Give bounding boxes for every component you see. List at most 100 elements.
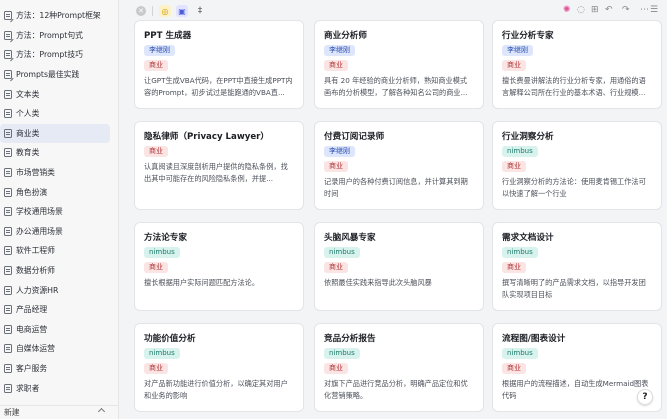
sidebar-item-label: 软件工程师 [16, 246, 55, 256]
document-icon [4, 187, 12, 197]
close-icon[interactable]: ✕ [136, 6, 146, 16]
sidebar-item-label: 人力资源HR [16, 285, 59, 295]
category-tag: 商业 [324, 262, 348, 273]
card-title: 需求文档设计 [502, 233, 554, 243]
redo-icon[interactable]: ↷ [622, 5, 630, 15]
author-tag: 李继刚 [324, 45, 355, 56]
sidebar: 方法：12种Prompt框架 方法：Prompt句式 方法：Prompt技巧 Prom… [0, 0, 119, 419]
sidebar-item-label: 学校通用场景 [16, 207, 63, 217]
prompt-card[interactable]: 商业分析师 李继刚 商业 具有 20 年经验的商业分析师，熟知商业模式画布的分析模型，… [314, 20, 484, 109]
sidebar-item-label: 方法：Prompt技巧 [16, 50, 83, 60]
text-format-icon[interactable]: ‡ [194, 5, 206, 17]
author-tag: nimbus [502, 348, 538, 359]
sidebar-item-label: 客户服务 [16, 363, 48, 373]
category-tag: 商业 [502, 161, 526, 172]
category-tag: 商业 [324, 363, 348, 374]
sidebar-item[interactable]: 方法：12种Prompt框架 [0, 6, 118, 26]
document-icon [4, 168, 12, 178]
sidebar-item-label: 市场营销类 [16, 168, 55, 178]
sidebar-item[interactable]: 角色扮演 [0, 182, 118, 202]
help-button[interactable]: ? [637, 389, 653, 405]
sidebar-item-label: 教育类 [16, 148, 40, 158]
prompt-card[interactable]: 隐私律师（Privacy Lawyer） 商业认真阅读且深度剖析用户提供的隐私条例… [134, 121, 304, 210]
prompt-card[interactable]: 需求文档设计 nimbus 商业 撰写清晰明了的产品需求文档，以指导开发团队实现项目目… [492, 222, 662, 311]
sidebar-item[interactable]: 方法：Prompt句式 [0, 26, 118, 46]
bulb-icon[interactable]: ◎ [159, 5, 171, 17]
sidebar-item[interactable]: 自媒体运营 [0, 339, 118, 359]
sidebar-item[interactable]: 软件工程师 [0, 241, 118, 261]
sidebar-item[interactable]: 文本类 [0, 84, 118, 104]
sidebar-item-label: 个人类 [16, 109, 40, 119]
card-title: 流程图/图表设计 [502, 334, 566, 344]
sidebar-item[interactable]: 电商运营 [0, 320, 118, 340]
toolbar: ✕ ◎ ▣ ‡ ✺ ◌ ⊞ ↶ ↷ ⋯ ☰ [130, 0, 667, 22]
share-icon[interactable]: ◌ [577, 5, 585, 15]
sidebar-item-label: 方法：12种Prompt框架 [16, 11, 101, 21]
document-icon [4, 324, 12, 334]
card-description: 行业洞察分析的方法论：使用麦肯锡工作法可以快速了解一个行业 [502, 177, 646, 198]
card-title: 商业分析师 [324, 31, 367, 41]
card-description: 撰写清晰明了的产品需求文档，以指导开发团队实现项目目标 [502, 278, 646, 299]
author-tag: nimbus [502, 146, 538, 157]
sidebar-item[interactable]: 办公通用场景 [0, 222, 118, 242]
card-title: 行业分析专家 [502, 31, 554, 41]
edit-doc-icon [4, 70, 12, 80]
category-tag: 商业 [144, 146, 168, 157]
sidebar-footer-new[interactable]: 新建 [0, 405, 118, 419]
sidebar-item[interactable]: 产品经理 [0, 300, 118, 320]
sidebar-item[interactable]: 学校通用场景 [0, 202, 118, 222]
card-title: 头脑风暴专家 [324, 233, 376, 243]
prompt-card[interactable]: 行业分析专家 李继刚 商业 擅长费曼讲解法的行业分析专家，用通俗的语言解释公司所在行业… [492, 20, 662, 109]
sidebar-item-label: 文本类 [16, 89, 40, 99]
sidebar-item[interactable]: 市场营销类 [0, 163, 118, 183]
menu-icon[interactable]: ☰ [650, 5, 658, 15]
author-tag: 李继刚 [144, 45, 175, 56]
sidebar-item[interactable]: 求职者 [0, 378, 118, 398]
document-icon [4, 266, 12, 276]
toolbar-divider [152, 6, 153, 16]
document-icon [4, 383, 12, 393]
document-icon [4, 344, 12, 354]
sidebar-item-label: 产品经理 [16, 305, 48, 315]
author-tag: nimbus [144, 348, 180, 359]
sidebar-item[interactable]: 数据分析师 [0, 261, 118, 281]
sidebar-item[interactable]: 教育类 [0, 143, 118, 163]
card-description: 具有 20 年经验的商业分析师，熟知商业模式画布的分析模型，了解各种知名公司的商… [324, 76, 468, 97]
sidebar-item[interactable]: 商业类 [0, 123, 110, 144]
author-tag: nimbus [324, 247, 360, 258]
card-description: 依照最佳实践来指导此次头脑风暴 [324, 278, 432, 287]
sidebar-item[interactable]: 方法：Prompt技巧 [0, 45, 118, 65]
app-icon[interactable]: ▣ [176, 5, 188, 17]
document-icon [4, 207, 12, 217]
card-title: 付费订阅记录师 [324, 132, 385, 142]
document-icon [4, 363, 12, 373]
sidebar-item[interactable]: 个人类 [0, 104, 118, 124]
sidebar-item[interactable]: 人力资源HR [0, 280, 118, 300]
prompt-card[interactable]: 方法论专家 nimbus 商业 擅长根据用户实际问题匹配方法论。 [134, 222, 304, 311]
sidebar-item[interactable]: 客户服务 [0, 359, 118, 379]
chevron-up-icon[interactable] [97, 407, 106, 416]
document-icon [4, 285, 12, 295]
prompt-card[interactable]: 付费订阅记录师 李继刚 商业 记录用户的各种付费订阅信息，并计算其到期时间 [314, 121, 484, 210]
category-tag: 商业 [144, 60, 168, 71]
more-icon[interactable]: ⋯ [640, 5, 649, 15]
undo-icon[interactable]: ↶ [605, 5, 613, 15]
prompt-card[interactable]: 竞品分析报告 nimbus 商业 对旗下产品进行竞品分析，明确产品定位和优化营销策略。 [314, 323, 484, 412]
author-tag: nimbus [502, 247, 538, 258]
prompt-card[interactable]: 头脑风暴专家 nimbus 商业依照最佳实践来指导此次头脑风暴 [314, 222, 484, 311]
prompt-card[interactable]: 功能价值分析 nimbus 商业 对产品新功能进行价值分析，以确定其对用户和业务的影响 [134, 323, 304, 412]
card-description: 认真阅读且深度剖析用户提供的隐私条例，找出其中可能存在的风险隐私条例，并提... [144, 162, 288, 183]
card-title: 隐私律师（Privacy Lawyer） [144, 132, 270, 142]
sparkle-icon[interactable]: ✺ [563, 5, 571, 15]
sidebar-item-label: 方法：Prompt句式 [16, 30, 83, 40]
document-icon [4, 148, 12, 158]
prompt-card[interactable]: 行业洞察分析 nimbus 商业 行业洞察分析的方法论：使用麦肯锡工作法可以快速了解一… [492, 121, 662, 210]
sidebar-item-label: 数据分析师 [16, 266, 55, 276]
card-title: 方法论专家 [144, 233, 187, 243]
prompt-card[interactable]: PPT 生成器 李继刚 商业 让GPT生成VBA代码，在PPT中直接生成PPT内容的P… [134, 20, 304, 109]
sidebar-item[interactable]: Prompts最佳实践 [0, 65, 118, 85]
document-icon [4, 128, 12, 138]
expand-icon[interactable]: ⊞ [591, 5, 599, 15]
document-icon [4, 89, 12, 99]
category-tag: 商业 [144, 262, 168, 273]
